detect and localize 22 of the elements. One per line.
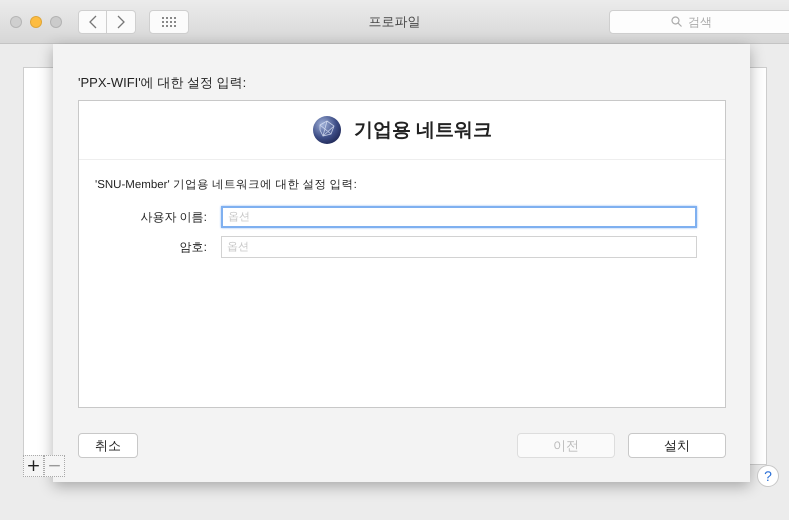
window-control[interactable] (30, 16, 42, 28)
show-all-button[interactable] (149, 10, 189, 34)
panel-title: 기업용 네트워크 (354, 119, 492, 143)
cancel-button[interactable]: 취소 (78, 433, 138, 458)
install-button[interactable]: 설치 (628, 433, 726, 458)
forward-button[interactable] (107, 10, 136, 34)
help-button[interactable]: ? (757, 465, 779, 487)
grid-icon (162, 16, 176, 26)
field-label: 암호: (178, 238, 207, 256)
chevron-left-icon (88, 14, 96, 28)
password-field[interactable]: 옵션 (221, 236, 697, 258)
chevron-right-icon (117, 14, 125, 28)
field-label: 사용자 이름: (139, 208, 207, 226)
search-field[interactable]: 검색 (609, 10, 789, 34)
back-button[interactable] (78, 10, 107, 34)
globe-icon (312, 115, 342, 145)
window-title: 프로파일 (368, 12, 422, 30)
sheet-heading: 'PPX-WIFI'에 대한 설정 입력: (78, 74, 248, 92)
search-icon (671, 16, 682, 26)
add-button[interactable]: + (23, 455, 44, 477)
description-text: 'SNU-Member' 기업용 네트워크에 대한 설정 입력: (95, 178, 358, 192)
username-field[interactable]: 옵션 (221, 206, 697, 228)
